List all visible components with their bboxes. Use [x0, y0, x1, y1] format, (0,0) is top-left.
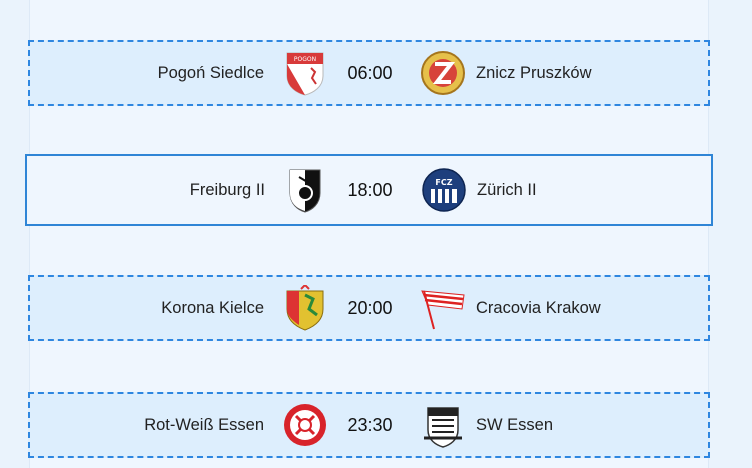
away-team-name[interactable]: Zürich II — [477, 156, 537, 224]
match-time: 20:00 — [347, 297, 393, 318]
match-row-freiburg-zurich[interactable]: Freiburg II 18:00 FCZ Zürich II — [25, 154, 713, 226]
match-time: 18:00 — [347, 179, 393, 200]
away-team-name[interactable]: Cracovia Krakow — [476, 277, 601, 339]
cracovia-crest-icon — [420, 285, 466, 331]
home-team-name[interactable]: Rot-Weiß Essen — [144, 394, 264, 456]
away-team-name[interactable]: SW Essen — [476, 394, 553, 456]
pogon-siedlce-crest-icon: POGON — [282, 50, 328, 96]
home-team-name[interactable]: Korona Kielce — [161, 277, 264, 339]
sw-essen-crest-icon — [420, 402, 466, 448]
home-team-name[interactable]: Freiburg II — [190, 156, 265, 224]
match-time: 06:00 — [347, 62, 393, 83]
rot-weiss-essen-crest-icon — [282, 402, 328, 448]
match-time: 23:30 — [347, 414, 393, 435]
znicz-pruszkow-crest-icon — [420, 50, 466, 96]
away-team-name[interactable]: Znicz Pruszków — [476, 42, 592, 104]
svg-text:POGON: POGON — [294, 56, 316, 63]
match-row-rotweiss-swessen[interactable]: Rot-Weiß Essen 23:30 SW Essen — [28, 392, 710, 458]
home-team-name[interactable]: Pogoń Siedlce — [158, 42, 264, 104]
fcz-logo-text: FCZ — [435, 178, 452, 187]
fc-zurich-crest-icon: FCZ — [421, 167, 467, 213]
freiburg-crest-icon — [282, 167, 328, 213]
korona-kielce-crest-icon — [282, 285, 328, 331]
match-row-pogon-znicz[interactable]: Pogoń Siedlce POGON 06:00 Znicz Pruszków — [28, 40, 710, 106]
match-row-korona-cracovia[interactable]: Korona Kielce 20:00 Cracovia Krakow — [28, 275, 710, 341]
